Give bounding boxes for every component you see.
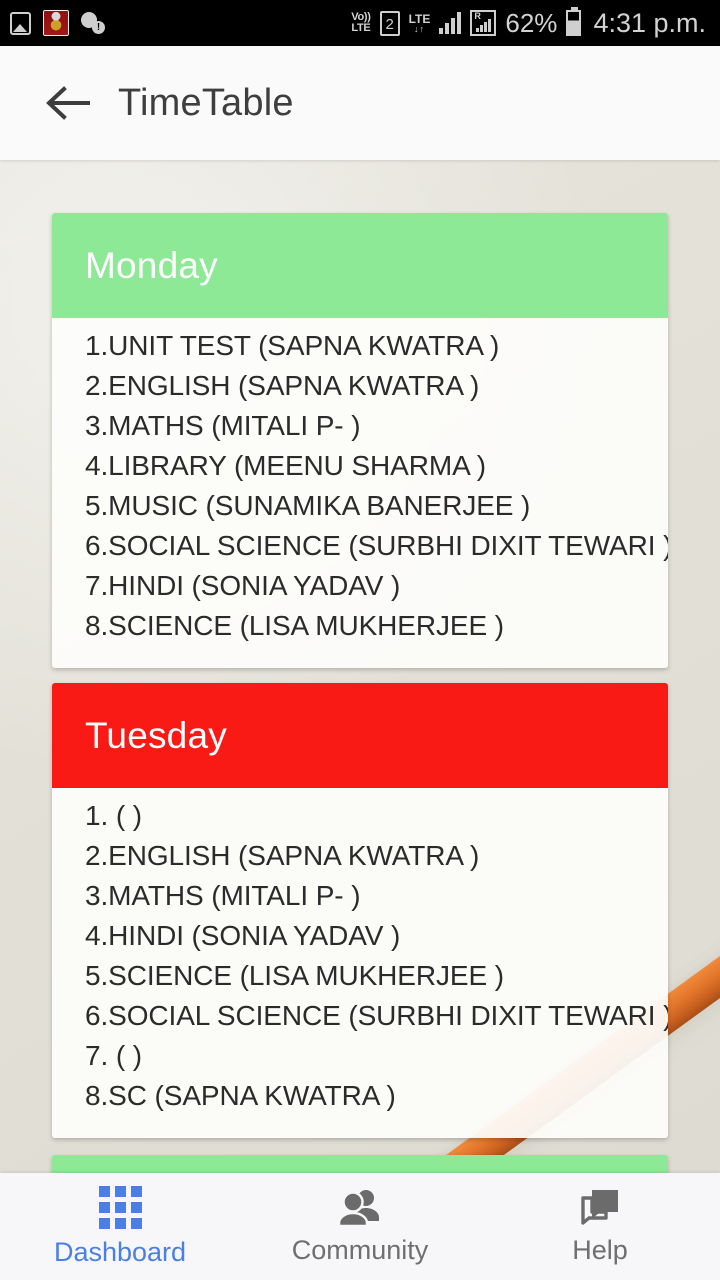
period-row: 6.SOCIAL SCIENCE (SURBHI DIXIT TEWARI ) [85,1000,668,1031]
day-card-tuesday[interactable]: Tuesday 1. ( ) 2.ENGLISH (SAPNA KWATRA )… [52,683,668,1138]
app-bar: TimeTable [0,46,720,160]
arrow-left-icon [46,86,90,120]
status-bar-right-icons: Vo)) LTE 2 LTE ↓↑ R 62% 4:31 p.m. [351,7,706,38]
battery-percent-label: 62% [505,8,558,38]
period-row: 4.HINDI (SONIA YADAV ) [85,920,401,951]
nav-label-dashboard: Dashboard [53,1236,187,1267]
data-transfer-arrows: ↓↑ [414,23,425,34]
grid-icon [98,1185,142,1229]
day-title: Monday [85,244,218,286]
people-icon [337,1190,379,1227]
bottom-navigation-bar: Dashboard Community Help [0,1173,720,1280]
period-row: 6.SOCIAL SCIENCE (SURBHI DIXIT TEWARI ) [85,530,668,561]
nav-label-community: Community [291,1235,429,1265]
battery-icon [566,7,582,36]
roaming-signal-icon: R [470,10,497,36]
nav-item-dashboard[interactable]: Dashboard [0,1173,240,1280]
roaming-letter: R [474,11,481,21]
photo-icon [10,11,31,35]
sync-alert-icon: ! [81,12,105,34]
page-title: TimeTable [118,81,294,124]
day-card-header: Monday [52,213,668,318]
day-card-header: Tuesday [52,683,668,788]
period-row: 7.HINDI (SONIA YADAV ) [85,570,401,601]
period-row: 1. ( ) [85,800,142,831]
day-title: Tuesday [85,714,227,756]
clock-label: 4:31 p.m. [593,7,706,38]
day-card-monday[interactable]: Monday 1.UNIT TEST (SAPNA KWATRA ) 2.ENG… [52,213,668,668]
period-row: 7. ( ) [85,1040,142,1071]
network-type-icon: LTE ↓↑ [409,13,431,34]
period-list: 1. ( ) 2.ENGLISH (SAPNA KWATRA ) 3.MATHS… [52,788,668,1138]
period-row: 8.SCIENCE (LISA MUKHERJEE ) [85,610,504,641]
period-row: 2.ENGLISH (SAPNA KWATRA ) [85,840,480,871]
back-button[interactable] [32,68,102,138]
period-row: 1.UNIT TEST (SAPNA KWATRA ) [85,330,500,361]
period-row: 3.MATHS (MITALI P- ) [85,410,361,441]
network-type-label: LTE [408,11,431,26]
period-row: 3.MATHS (MITALI P- ) [85,880,361,911]
period-row: 5.MUSIC (SUNAMIKA BANERJEE ) [85,490,531,521]
period-row: 8.SC (SAPNA KWATRA ) [85,1080,396,1111]
chat-bubbles-icon [581,1190,618,1225]
volte-line-2: LTE [351,22,371,34]
period-row: 5.SCIENCE (LISA MUKHERJEE ) [85,960,504,991]
day-card-header [52,1155,668,1173]
signal-strength-icon [439,12,462,34]
app-screen: ! Vo)) LTE 2 LTE ↓↑ R 62% 4:31 p.m. Time… [0,0,720,1280]
period-row: 4.LIBRARY (MEENU SHARMA ) [85,450,487,481]
period-row: 2.ENGLISH (SAPNA KWATRA ) [85,370,480,401]
day-card-next[interactable] [52,1155,668,1173]
sim-slot-badge: 2 [379,10,400,36]
volte-icon: Vo)) LTE [351,12,371,34]
period-list: 1.UNIT TEST (SAPNA KWATRA ) 2.ENGLISH (S… [52,318,668,668]
school-crest-icon [43,10,69,36]
status-bar-left-icons: ! [10,10,105,36]
day-card-list[interactable]: Monday 1.UNIT TEST (SAPNA KWATRA ) 2.ENG… [0,160,720,1173]
nav-item-community[interactable]: Community [240,1173,480,1280]
nav-label-help: Help [572,1235,628,1265]
nav-item-help[interactable]: Help [480,1173,720,1280]
status-bar: ! Vo)) LTE 2 LTE ↓↑ R 62% 4:31 p.m. [0,0,720,46]
timetable-content: Monday 1.UNIT TEST (SAPNA KWATRA ) 2.ENG… [0,160,720,1173]
